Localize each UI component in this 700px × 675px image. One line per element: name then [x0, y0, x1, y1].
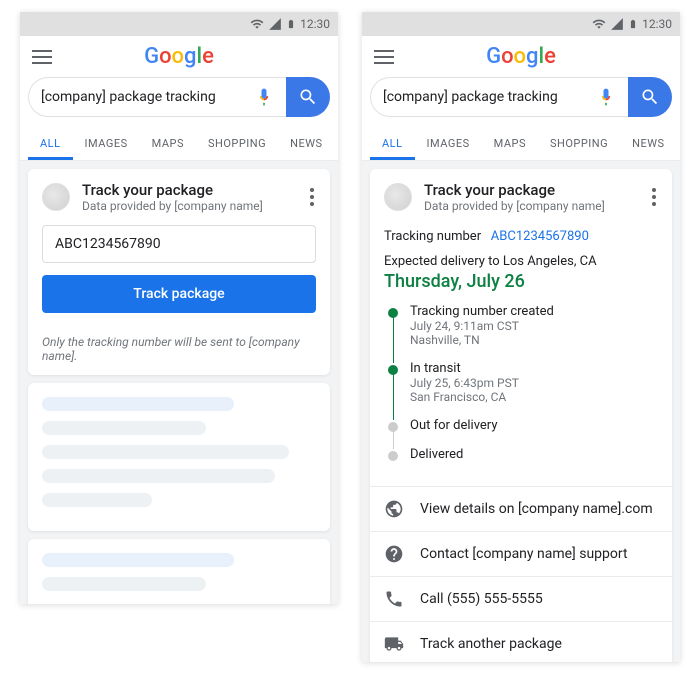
searchbar: [28, 77, 330, 117]
search-button[interactable]: [628, 77, 672, 117]
link-text: Track another package: [420, 636, 562, 652]
contact-support-link[interactable]: Contact [company name] support: [370, 531, 672, 576]
searchbar: [370, 77, 672, 117]
timeline-step: Tracking number created July 24, 9:11am …: [388, 304, 658, 361]
timeline: Tracking number created July 24, 9:11am …: [388, 304, 658, 476]
step-label: Delivered: [410, 447, 463, 462]
step-datetime: July 24, 9:11am CST: [410, 319, 554, 333]
signal-icon: [610, 17, 624, 31]
content-right: Track your package Data provided by [com…: [362, 161, 680, 662]
tab-all[interactable]: ALL: [28, 127, 73, 160]
search-icon: [640, 87, 660, 107]
timeline-step: Out for delivery: [388, 418, 658, 447]
provider-favicon: [384, 183, 412, 211]
header: Google: [362, 36, 680, 77]
tab-images[interactable]: IMAGES: [73, 127, 140, 160]
tab-all[interactable]: ALL: [370, 127, 415, 160]
step-location: San Francisco, CA: [410, 390, 519, 404]
tab-maps[interactable]: MAPS: [140, 127, 196, 160]
google-logo: Google: [412, 44, 630, 69]
step-label: Tracking number created: [410, 304, 554, 319]
truck-icon: [384, 634, 404, 654]
statusbar: 12:30: [20, 12, 338, 36]
call-link[interactable]: Call (555) 555-5555: [370, 576, 672, 621]
disclaimer-text: Only the tracking number will be sent to…: [28, 327, 330, 375]
timeline-dot-icon: [388, 308, 398, 318]
google-logo: Google: [70, 44, 288, 69]
tab-maps[interactable]: MAPS: [482, 127, 538, 160]
search-box[interactable]: [370, 77, 628, 117]
header: Google: [20, 36, 338, 77]
phone-icon: [384, 589, 404, 609]
tab-news[interactable]: NEWS: [278, 127, 334, 160]
more-icon[interactable]: [646, 182, 658, 212]
tab-images[interactable]: IMAGES: [415, 127, 482, 160]
step-location: Nashville, TN: [410, 333, 554, 347]
statusbar-time: 12:30: [642, 17, 672, 31]
tracking-result-card: Track your package Data provided by [com…: [370, 169, 672, 662]
card-subtitle: Data provided by [company name]: [82, 199, 292, 213]
signal-icon: [268, 17, 282, 31]
search-input[interactable]: [41, 89, 254, 105]
statusbar-time: 12:30: [300, 17, 330, 31]
battery-icon: [286, 17, 296, 31]
mic-icon[interactable]: [254, 87, 274, 107]
skeleton-card: [28, 539, 330, 604]
search-icon: [298, 87, 318, 107]
more-icon[interactable]: [304, 182, 316, 212]
help-icon: [384, 544, 404, 564]
timeline-dot-icon: [388, 422, 398, 432]
tab-shopping[interactable]: SHOPPING: [196, 127, 278, 160]
content-left: Track your package Data provided by [com…: [20, 161, 338, 604]
skeleton-card: [28, 383, 330, 531]
battery-icon: [628, 17, 638, 31]
menu-icon[interactable]: [374, 50, 394, 64]
step-label: Out for delivery: [410, 418, 497, 433]
timeline-step: In transit July 25, 6:43pm PST San Franc…: [388, 361, 658, 418]
step-label: In transit: [410, 361, 519, 376]
phone-left: 12:30 Google ALL IMAGES MAPS SHOPPING NE…: [20, 12, 338, 604]
tracking-number-link[interactable]: ABC1234567890: [491, 229, 589, 244]
tracking-card: Track your package Data provided by [com…: [28, 169, 330, 375]
tab-news[interactable]: NEWS: [620, 127, 676, 160]
provider-favicon: [42, 183, 70, 211]
link-text: View details on [company name].com: [420, 501, 653, 517]
search-button[interactable]: [286, 77, 330, 117]
globe-icon: [384, 499, 404, 519]
tab-shopping[interactable]: SHOPPING: [538, 127, 620, 160]
step-datetime: July 25, 6:43pm PST: [410, 376, 519, 390]
expected-delivery-line: Expected delivery to Los Angeles, CA: [384, 254, 658, 269]
card-subtitle: Data provided by [company name]: [424, 199, 634, 213]
phone-right: 12:30 Google ALL IMAGES MAPS SHOPPING NE…: [362, 12, 680, 662]
search-input[interactable]: [383, 89, 596, 105]
wifi-icon: [592, 17, 606, 31]
card-title: Track your package: [82, 181, 292, 199]
tabs: ALL IMAGES MAPS SHOPPING NEWS: [362, 127, 680, 161]
timeline-dot-icon: [388, 365, 398, 375]
search-box[interactable]: [28, 77, 286, 117]
track-another-link[interactable]: Track another package: [370, 621, 672, 662]
mic-icon[interactable]: [596, 87, 616, 107]
menu-icon[interactable]: [32, 50, 52, 64]
statusbar: 12:30: [362, 12, 680, 36]
link-text: Call (555) 555-5555: [420, 591, 543, 607]
wifi-icon: [250, 17, 264, 31]
card-title: Track your package: [424, 181, 634, 199]
timeline-step: Delivered: [388, 447, 658, 476]
track-package-button[interactable]: Track package: [42, 275, 316, 313]
link-text: Contact [company name] support: [420, 546, 628, 562]
view-details-link[interactable]: View details on [company name].com: [370, 486, 672, 531]
tracking-number-label: Tracking number: [384, 229, 481, 244]
delivery-date: Thursday, July 26: [384, 271, 658, 292]
timeline-dot-icon: [388, 451, 398, 461]
tracking-number-input[interactable]: [42, 225, 316, 263]
tabs: ALL IMAGES MAPS SHOPPING NEWS: [20, 127, 338, 161]
